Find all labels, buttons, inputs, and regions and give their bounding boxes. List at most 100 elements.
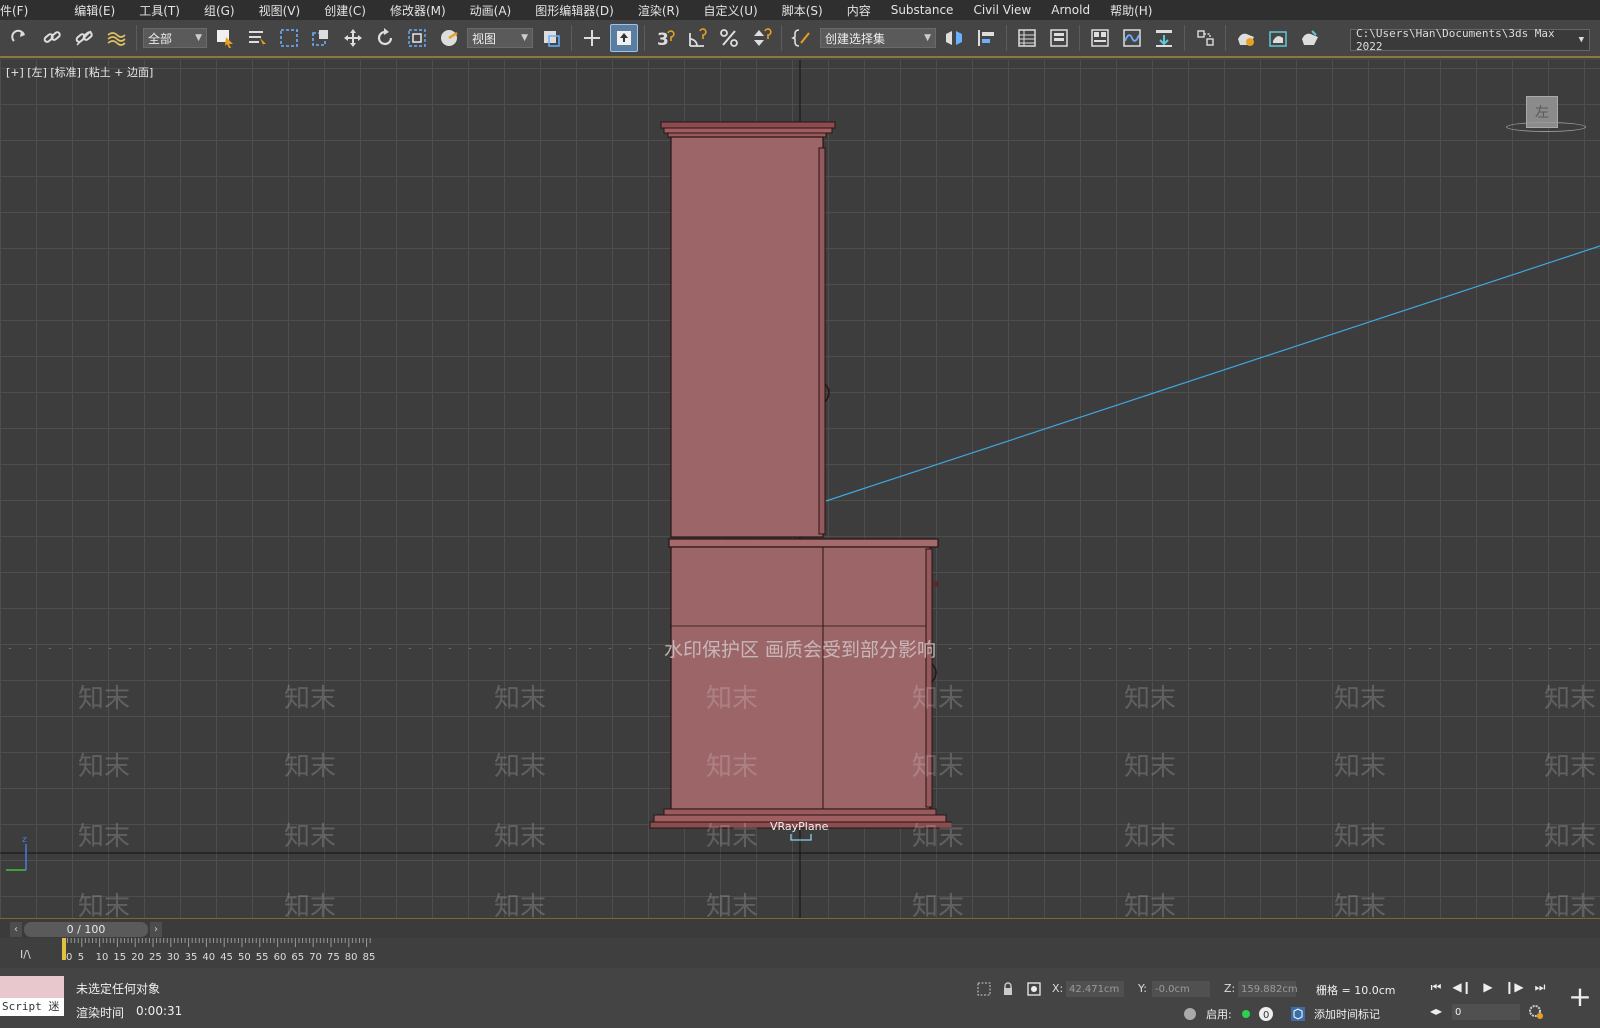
watermark-text: 知末 [1334, 892, 1387, 918]
lock-icon[interactable] [1000, 981, 1016, 997]
current-frame-marker[interactable] [62, 938, 66, 960]
time-slider-thumb[interactable]: 0 / 100 [24, 922, 148, 937]
chevron-down-icon: ▼ [195, 33, 202, 43]
menu-item[interactable]: 组(G) [180, 2, 235, 19]
next-frame-icon[interactable]: ❙▶ [1503, 978, 1525, 996]
menu-item[interactable]: 脚本(S) [758, 2, 823, 19]
time-tag-icon[interactable] [1290, 1006, 1306, 1022]
watermark-text: 知末 [912, 752, 965, 782]
menu-item[interactable]: 渲染(R) [614, 2, 680, 19]
pivot-icon[interactable] [537, 24, 565, 52]
y-coord-label: Y: [1138, 982, 1147, 995]
menu-item[interactable]: 视图(V) [235, 2, 301, 19]
menu-item[interactable]: 帮助(H) [1090, 2, 1152, 19]
slider-prev-arrow-icon[interactable]: ‹ [10, 922, 22, 937]
ruler-tick-label: 60 [274, 952, 287, 963]
status-bar: Script 迷 未选定任何对象 渲染时间 0:00:31 X: 42.471c… [0, 968, 1600, 1028]
select-object-icon[interactable] [211, 24, 239, 52]
reference-coordinate-dropdown[interactable]: 视图 ▼ [467, 28, 533, 48]
keyboard-shortcut-override-icon[interactable] [610, 24, 638, 52]
named-selection-set-dropdown[interactable]: 创建选择集 ▼ [820, 28, 936, 48]
absolute-mode-icon[interactable] [1026, 981, 1042, 997]
menu-item[interactable]: 件(F) [0, 2, 28, 19]
project-path-value: C:\Users\Han\Documents\3ds Max 2022 [1356, 27, 1555, 53]
z-coord-field[interactable]: 159.882cm [1238, 981, 1298, 997]
unlink-icon[interactable] [70, 24, 98, 52]
time-tag-counter-icon[interactable]: 0 [1258, 1006, 1274, 1022]
x-coord-field[interactable]: 42.471cm [1066, 981, 1124, 997]
rect-selection-icon[interactable] [275, 24, 303, 52]
left-viewport[interactable]: [+] [左] [标准] [粘土 + 边面] z 水印保护区 画质会受到部分影响… [0, 60, 1600, 918]
curve-editor-icon[interactable] [1118, 24, 1146, 52]
viewcube[interactable]: 左 [1506, 96, 1586, 136]
align-icon[interactable] [972, 24, 1000, 52]
project-path-field[interactable]: C:\Users\Han\Documents\3ds Max 2022 ▼ [1350, 27, 1590, 53]
link-icon[interactable] [38, 24, 66, 52]
menu-item[interactable]: Substance [871, 3, 954, 17]
scene-explorer-icon[interactable] [1013, 24, 1041, 52]
layer-explorer-icon[interactable] [1045, 24, 1073, 52]
maxscript-listener-mini[interactable] [0, 976, 64, 998]
menu-item[interactable]: Civil View [953, 3, 1031, 17]
ruler-tick-label: 0 [66, 952, 72, 963]
svg-text:0: 0 [1263, 1010, 1269, 1021]
watermark-text: 知末 [284, 684, 337, 714]
selection-filter-dropdown[interactable]: 全部 ▼ [143, 28, 207, 48]
current-frame-field[interactable]: 0 [1452, 1004, 1520, 1020]
grid-size-label: 栅格 = 10.0cm [1316, 984, 1396, 997]
add-time-tag-label[interactable]: 添加时间标记 [1314, 1006, 1380, 1022]
y-coord-field[interactable]: -0.0cm [1152, 981, 1210, 997]
percent-snap-icon[interactable] [715, 24, 743, 52]
viewcube-compass-ring[interactable] [1506, 122, 1586, 132]
select-by-name-icon[interactable] [243, 24, 271, 52]
menu-item[interactable]: 图形编辑器(D) [511, 2, 614, 19]
time-configuration-icon[interactable] [1528, 1004, 1544, 1020]
ribbon-icon[interactable] [1086, 24, 1114, 52]
track-bar[interactable]: I/\ 0 5 10 15 20 25 30 35 40 45 50 55 60 65 70 75 80 85 [0, 938, 1600, 968]
key-mode-icon[interactable]: ◂▸ [1425, 1002, 1447, 1020]
go-to-start-icon[interactable]: ⏮ [1425, 978, 1447, 996]
go-to-end-icon[interactable]: ⏭ [1529, 978, 1551, 996]
slider-next-arrow-icon[interactable]: › [150, 922, 162, 937]
ruler-tick-label: 45 [220, 952, 233, 963]
vray-plane-gizmo[interactable] [790, 834, 812, 841]
bind-spacewarp-icon[interactable] [102, 24, 130, 52]
menu-item[interactable]: 动画(A) [446, 2, 512, 19]
x-coord-label: X: [1052, 982, 1064, 995]
render-setup-icon[interactable] [1232, 24, 1260, 52]
menu-item[interactable]: 创建(C) [300, 2, 366, 19]
cabinet-upper-hutch [670, 136, 824, 538]
rotate-icon[interactable] [371, 24, 399, 52]
rendered-frame-window-icon[interactable] [1264, 24, 1292, 52]
snap-3-icon[interactable]: 3 [651, 24, 679, 52]
frame-display: 0 / 100 [66, 923, 106, 936]
maxscript-input[interactable]: Script 迷 [0, 998, 64, 1016]
menu-item[interactable]: 编辑(E) [28, 2, 115, 19]
mirror-icon[interactable] [940, 24, 968, 52]
move-icon[interactable] [339, 24, 367, 52]
material-editor-icon[interactable] [1191, 24, 1219, 52]
angle-snap-icon[interactable] [683, 24, 711, 52]
isolate-selection-icon[interactable] [976, 981, 992, 997]
redo-icon[interactable] [6, 24, 34, 52]
render-icon[interactable] [1296, 24, 1324, 52]
previous-frame-icon[interactable]: ◀❙ [1451, 978, 1473, 996]
key-filter-icon[interactable]: I/\ [20, 948, 31, 961]
spinner-snap-icon[interactable] [747, 24, 775, 52]
menu-item[interactable]: Arnold [1031, 3, 1090, 17]
add-viewport-icon[interactable]: + [1566, 980, 1594, 1013]
window-crossing-icon[interactable] [307, 24, 335, 52]
menu-item[interactable]: 工具(T) [115, 2, 180, 19]
cabinet-crown-mid [663, 127, 833, 134]
placement-icon[interactable] [435, 24, 463, 52]
play-icon[interactable]: ▶ [1477, 978, 1499, 996]
schematic-view-icon[interactable] [1150, 24, 1178, 52]
edit-named-selection-icon[interactable] [788, 24, 816, 52]
scale-icon[interactable] [403, 24, 431, 52]
menu-item[interactable]: 自定义(U) [680, 2, 758, 19]
select-manipulate-icon[interactable] [578, 24, 606, 52]
adaptive-degradation-icon[interactable] [1182, 1006, 1198, 1022]
selection-filter-value: 全部 [148, 31, 173, 46]
menu-item[interactable]: 内容 [823, 2, 871, 19]
menu-item[interactable]: 修改器(M) [366, 2, 446, 19]
